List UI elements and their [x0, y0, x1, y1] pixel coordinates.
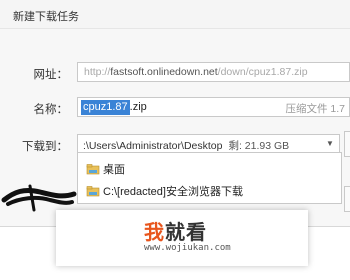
- save-path-text: :\Users\Administrator\Desktop 剩: 21.93 GB: [83, 140, 290, 152]
- watermark-text: 我就看: [144, 222, 207, 244]
- name-field[interactable]: cpuz1.87 .zip 压缩文件 1.7: [77, 97, 350, 117]
- url-label: 网址：: [33, 69, 69, 81]
- name-label: 名称：: [33, 104, 69, 116]
- name-extension: .zip: [129, 101, 147, 113]
- download-dialog: 新建下载任务 网址： http://fastsoft.onlinedown.ne…: [0, 0, 350, 227]
- redaction-scribble: [1, 184, 77, 212]
- chevron-down-icon[interactable]: ▼: [320, 134, 340, 154]
- download-button[interactable]: [344, 186, 350, 212]
- dropdown-item-browser-downloads[interactable]: C:\[redacted]安全浏览器下载: [86, 183, 243, 201]
- path-dropdown-list: 桌面 C:\[redacted]安全浏览器下载: [77, 152, 342, 204]
- url-text: http://fastsoft.onlinedown.net/down/cpuz…: [84, 66, 308, 78]
- url-field[interactable]: http://fastsoft.onlinedown.net/down/cpuz…: [77, 62, 350, 82]
- save-path-combo[interactable]: :\Users\Administrator\Desktop 剩: 21.93 GB: [77, 134, 340, 154]
- folder-icon: [86, 185, 100, 200]
- dropdown-item-label: C:\[redacted]安全浏览器下载: [103, 186, 243, 198]
- dropdown-item-label: 桌面: [103, 164, 125, 176]
- browse-button[interactable]: [344, 131, 350, 157]
- dialog-title: 新建下载任务: [13, 11, 79, 23]
- name-selected-text: cpuz1.87: [81, 100, 130, 115]
- saveto-label: 下载到：: [22, 141, 68, 153]
- title-bar: 新建下载任务: [0, 0, 350, 29]
- dropdown-item-desktop[interactable]: 桌面: [86, 161, 125, 179]
- watermark-url: www.wojiukan.com: [144, 243, 231, 253]
- file-type-label: 压缩文件 1.7: [285, 103, 345, 115]
- watermark-logo: 我就看 www.wojiukan.com: [56, 210, 308, 266]
- folder-icon: [86, 163, 100, 178]
- free-space: 剩: 21.93 GB: [228, 140, 290, 152]
